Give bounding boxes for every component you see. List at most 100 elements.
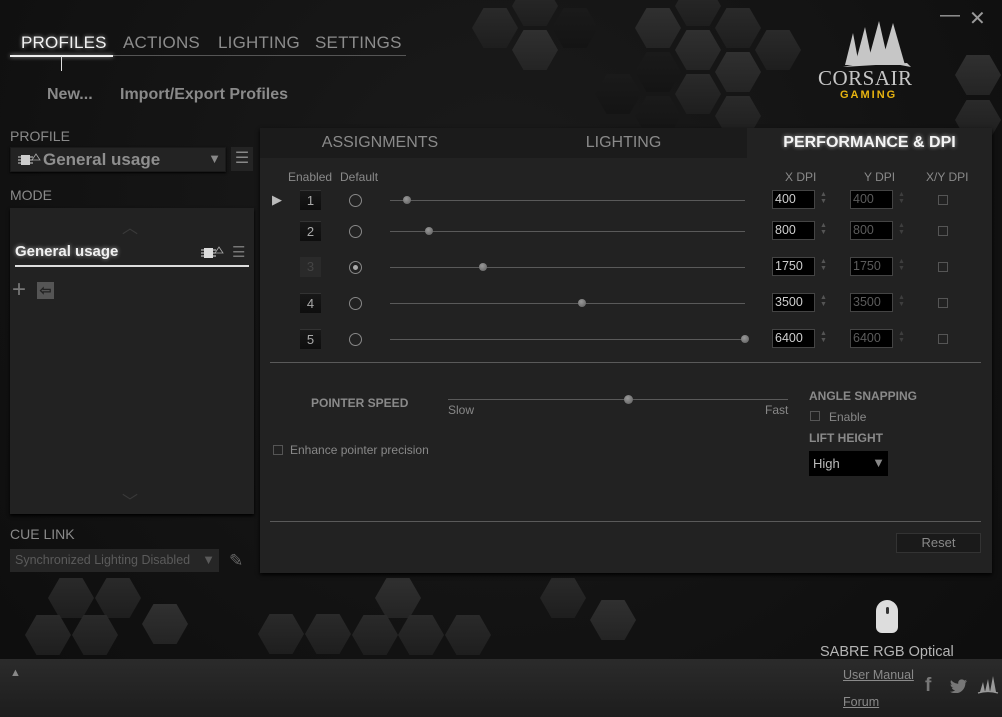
stage-enabled-toggle[interactable]: 4 <box>300 293 321 313</box>
x-dpi-input[interactable]: 400 <box>772 190 815 209</box>
default-stage-radio[interactable] <box>349 333 362 346</box>
mode-panel: ︿ General usage ☰ + ⇦ ﹀ <box>10 208 254 514</box>
enhance-pointer-precision-label: Enhance pointer precision <box>290 443 429 457</box>
x-dpi-spinner-icon[interactable]: ▲ ▼ <box>820 258 827 272</box>
footer-bar: ▲ User Manual Forum f <box>0 659 1002 717</box>
angle-snapping-label: ANGLE SNAPPING <box>809 389 918 403</box>
new-profile-link[interactable]: New... <box>47 86 93 104</box>
profile-label: PROFILE <box>10 128 70 144</box>
mouse-device-icon[interactable] <box>876 600 898 633</box>
nav-tab-actions[interactable]: ACTIONS <box>123 33 200 53</box>
dpi-slider[interactable] <box>390 335 749 343</box>
dpi-slider[interactable] <box>390 263 745 271</box>
profile-menu-button[interactable]: ☰ <box>231 147 253 171</box>
pointer-speed-thumb[interactable] <box>624 395 634 404</box>
x-dpi-spinner-icon[interactable]: ▲ ▼ <box>820 191 827 205</box>
user-manual-link[interactable]: User Manual <box>843 668 914 682</box>
dpi-slider[interactable] <box>390 196 745 204</box>
x-dpi-spinner-icon[interactable]: ▲ ▼ <box>820 330 827 344</box>
divider <box>270 362 981 363</box>
dpi-slider[interactable] <box>390 299 745 307</box>
forum-link[interactable]: Forum <box>843 695 879 709</box>
x-dpi-input[interactable]: 800 <box>772 221 815 240</box>
import-export-profiles-link[interactable]: Import/Export Profiles <box>120 86 288 104</box>
corsair-logo-icon[interactable] <box>977 674 999 694</box>
mode-item-name[interactable]: General usage <box>15 243 118 260</box>
profile-dropdown[interactable]: General usage ▼ <box>10 147 226 172</box>
xy-dpi-checkbox[interactable] <box>938 298 948 308</box>
dpi-slider-thumb[interactable] <box>577 299 586 307</box>
cue-link-label: CUE LINK <box>10 526 75 542</box>
stage-enabled-toggle[interactable]: 5 <box>300 329 321 349</box>
y-dpi-spinner-icon[interactable]: ▲ ▼ <box>898 191 905 205</box>
angle-snapping-enable-label: Enable <box>829 410 867 424</box>
tab-assignments[interactable]: ASSIGNMENTS <box>260 128 500 158</box>
y-dpi-spinner-icon[interactable]: ▲ ▼ <box>898 294 905 308</box>
y-dpi-spinner-icon[interactable]: ▲ ▼ <box>898 330 905 344</box>
main-panel: ASSIGNMENTS LIGHTING PERFORMANCE & DPI E… <box>260 128 992 573</box>
default-stage-radio[interactable] <box>349 297 362 310</box>
device-tabs: ASSIGNMENTS LIGHTING PERFORMANCE & DPI <box>260 128 992 158</box>
fast-label: Fast <box>765 403 789 417</box>
nav-tab-settings[interactable]: SETTINGS <box>315 33 402 53</box>
default-stage-radio[interactable] <box>349 261 362 274</box>
dpi-stage-row: 4 3500 ▲ ▼ 3500 ▲ ▼ <box>260 291 992 317</box>
col-x-dpi: X DPI <box>785 170 817 184</box>
dpi-slider-thumb[interactable] <box>478 263 487 271</box>
stage-enabled-toggle[interactable]: 2 <box>300 221 321 241</box>
chevron-down-icon: ▼ <box>872 455 885 470</box>
cue-link-dropdown[interactable]: Synchronized Lighting Disabled ▼ <box>10 549 219 572</box>
xy-dpi-checkbox[interactable] <box>938 226 948 236</box>
add-mode-icon[interactable]: + <box>12 278 26 302</box>
x-dpi-spinner-icon[interactable]: ▲ ▼ <box>820 294 827 308</box>
dpi-stage-row: ▶ 1 400 ▲ ▼ 400 ▲ ▼ <box>260 188 992 214</box>
xy-dpi-checkbox[interactable] <box>938 195 948 205</box>
default-stage-radio[interactable] <box>349 194 362 207</box>
dpi-slider-thumb[interactable] <box>402 196 411 204</box>
default-stage-radio[interactable] <box>349 225 362 238</box>
slow-label: Slow <box>448 403 475 417</box>
profile-value: General usage <box>43 150 161 169</box>
import-mode-icon[interactable]: ⇦ <box>37 282 54 299</box>
stage-enabled-toggle[interactable]: 1 <box>300 190 321 210</box>
expand-up-icon[interactable]: ▲ <box>10 667 21 679</box>
pointer-speed-slider[interactable] <box>448 395 788 404</box>
scroll-up-icon[interactable]: ︿ <box>122 214 138 238</box>
y-dpi-input[interactable]: 6400 <box>850 329 893 348</box>
pencil-icon[interactable]: ✎ <box>229 551 243 571</box>
nav-tab-profiles[interactable]: PROFILES <box>21 33 107 53</box>
y-dpi-input[interactable]: 3500 <box>850 293 893 312</box>
lift-height-dropdown[interactable]: High ▼ <box>809 451 888 476</box>
enhance-pointer-precision-checkbox[interactable] <box>273 445 283 455</box>
x-dpi-input[interactable]: 1750 <box>772 257 815 276</box>
close-button[interactable]: ✕ <box>969 6 986 31</box>
tab-lighting[interactable]: LIGHTING <box>500 128 747 158</box>
mode-selected-underline <box>15 265 249 267</box>
x-dpi-input[interactable]: 3500 <box>772 293 815 312</box>
tab-performance-dpi[interactable]: PERFORMANCE & DPI <box>747 128 992 158</box>
x-dpi-spinner-icon[interactable]: ▲ ▼ <box>820 222 827 236</box>
dpi-slider-thumb[interactable] <box>741 335 749 343</box>
dpi-slider[interactable] <box>390 227 745 235</box>
y-dpi-input[interactable]: 800 <box>850 221 893 240</box>
col-enabled: Enabled <box>288 170 333 184</box>
xy-dpi-checkbox[interactable] <box>938 262 948 272</box>
xy-dpi-checkbox[interactable] <box>938 334 948 344</box>
x-dpi-input[interactable]: 6400 <box>772 329 815 348</box>
y-dpi-spinner-icon[interactable]: ▲ ▼ <box>898 258 905 272</box>
nav-tab-lighting[interactable]: LIGHTING <box>218 33 300 53</box>
y-dpi-spinner-icon[interactable]: ▲ ▼ <box>898 222 905 236</box>
y-dpi-input[interactable]: 400 <box>850 190 893 209</box>
stage-enabled-toggle[interactable]: 3 <box>300 257 321 277</box>
scroll-down-icon[interactable]: ﹀ <box>122 488 138 512</box>
minimize-button[interactable]: — <box>940 4 960 27</box>
reset-button[interactable]: Reset <box>896 533 981 553</box>
mode-menu-icon[interactable]: ☰ <box>232 243 245 261</box>
pointer-speed-label: POINTER SPEED <box>311 396 409 410</box>
y-dpi-input[interactable]: 1750 <box>850 257 893 276</box>
dpi-slider-thumb[interactable] <box>425 227 434 235</box>
twitter-icon[interactable] <box>950 679 968 693</box>
angle-snapping-checkbox[interactable] <box>810 411 820 421</box>
facebook-icon[interactable]: f <box>925 675 931 697</box>
cue-link-value: Synchronized Lighting Disabled <box>15 553 191 567</box>
